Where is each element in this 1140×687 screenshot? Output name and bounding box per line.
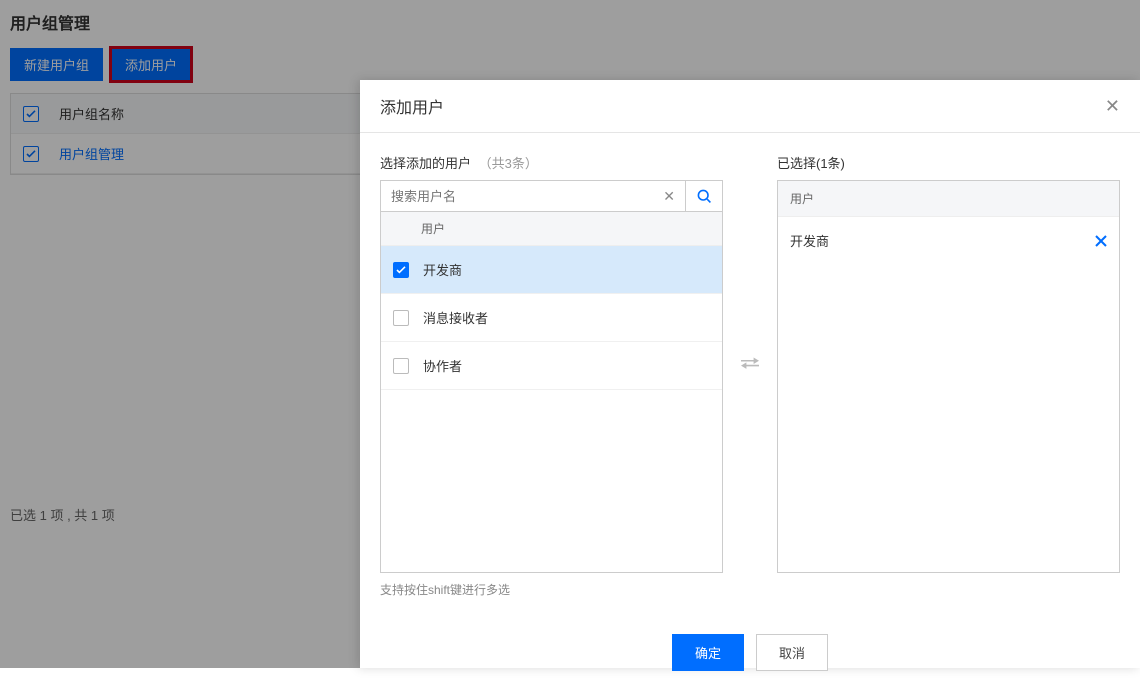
modal-header: 添加用户 ✕ [360, 80, 1140, 133]
search-input[interactable] [391, 181, 663, 211]
close-button[interactable]: ✕ [1105, 97, 1120, 115]
close-icon: ✕ [663, 188, 675, 204]
search-input-wrap: ✕ [381, 181, 686, 211]
modal-title: 添加用户 [380, 94, 444, 118]
selected-panel: 已选择(1条) 用户 开发商 [777, 153, 1120, 573]
close-icon: ✕ [1105, 96, 1120, 116]
user-label: 消息接收者 [423, 308, 488, 327]
user-item-developer[interactable]: 开发商 [381, 246, 722, 294]
remove-selected-button[interactable] [1095, 235, 1107, 247]
search-button[interactable] [686, 181, 722, 211]
search-row: ✕ [380, 180, 723, 212]
available-title: 选择添加的用户 （共3条） [380, 153, 723, 172]
transfer-widget: 选择添加的用户 （共3条） ✕ [380, 153, 1120, 573]
selected-item-developer: 开发商 [778, 217, 1119, 264]
swap-icon [741, 356, 759, 370]
available-panel: 选择添加的用户 （共3条） ✕ [380, 153, 723, 573]
selected-user-label: 开发商 [790, 231, 829, 250]
modal-footer: 确定 取消 [360, 618, 1140, 687]
confirm-button[interactable]: 确定 [672, 634, 744, 671]
user-checkbox[interactable] [393, 262, 409, 278]
user-label: 开发商 [423, 260, 462, 279]
cancel-button[interactable]: 取消 [756, 634, 828, 671]
available-list-header: 用户 [381, 212, 722, 246]
user-item-message-receiver[interactable]: 消息接收者 [381, 294, 722, 342]
clear-search-button[interactable]: ✕ [663, 188, 675, 205]
user-label: 协作者 [423, 356, 462, 375]
selected-list: 用户 开发商 [777, 180, 1120, 573]
add-user-modal: 添加用户 ✕ 选择添加的用户 （共3条） ✕ [360, 80, 1140, 668]
modal-body: 选择添加的用户 （共3条） ✕ [360, 133, 1140, 618]
transfer-arrows [737, 153, 763, 573]
user-checkbox[interactable] [393, 358, 409, 374]
user-item-collaborator[interactable]: 协作者 [381, 342, 722, 390]
selected-title: 已选择(1条) [777, 153, 1120, 172]
search-icon [696, 188, 712, 204]
available-count: （共3条） [479, 156, 538, 171]
available-title-text: 选择添加的用户 [380, 156, 471, 171]
multiselect-hint: 支持按住shift键进行多选 [380, 581, 1120, 598]
available-list: 用户 开发商 消息接收者 [380, 212, 723, 573]
close-icon [1095, 235, 1107, 247]
selected-list-header: 用户 [778, 181, 1119, 217]
user-checkbox[interactable] [393, 310, 409, 326]
